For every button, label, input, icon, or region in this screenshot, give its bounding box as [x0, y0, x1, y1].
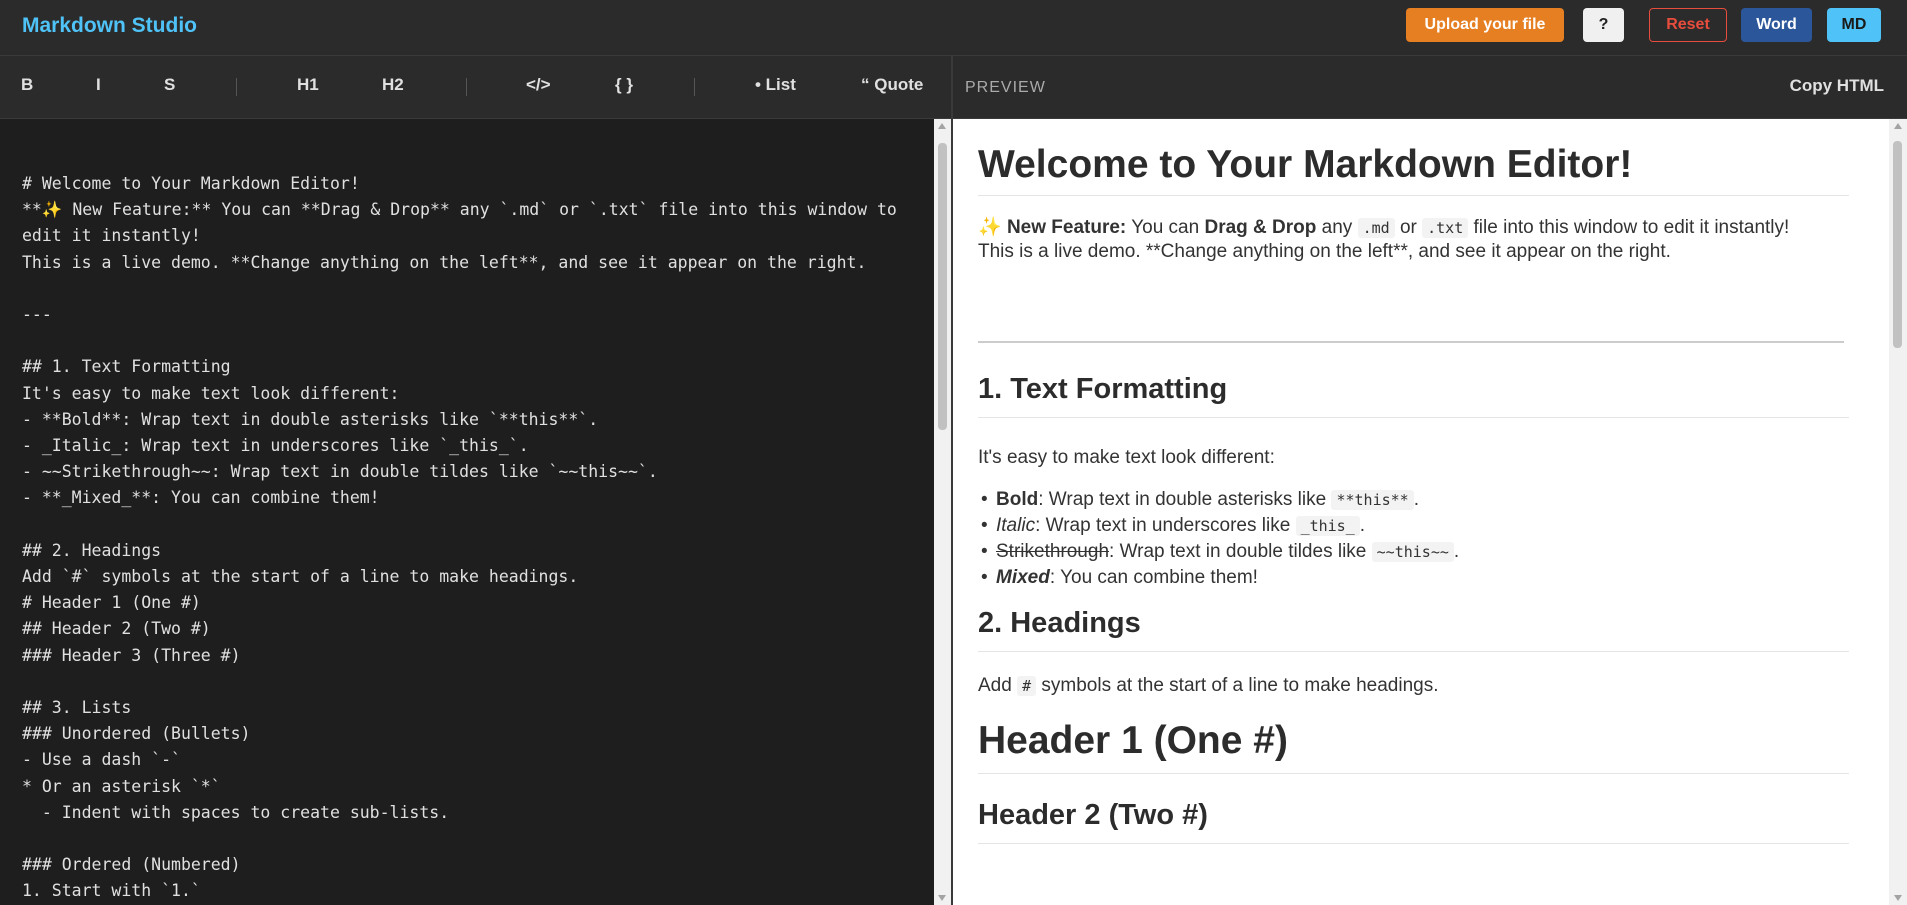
export-word-button[interactable]: Word — [1741, 8, 1812, 42]
feature-text: file into this window to edit it instant… — [1468, 217, 1790, 238]
feature-label: New Feature: — [1006, 217, 1127, 238]
drag-drop-text: Drag & Drop — [1204, 217, 1317, 238]
list-item: Mixed: You can combine them! — [981, 567, 1258, 589]
list-item-text: . — [1413, 489, 1419, 510]
app-title: Markdown Studio — [22, 14, 197, 37]
code-block-button[interactable]: { } — [615, 75, 633, 95]
list-button[interactable]: • List — [755, 75, 796, 95]
bold-button[interactable]: B — [21, 75, 33, 95]
list-item: Italic: Wrap text in underscores like _t… — [981, 515, 1366, 537]
list-item-text: . — [1359, 515, 1366, 536]
list-item-text: : You can combine them! — [1049, 567, 1258, 588]
list-item-text: . — [1453, 541, 1460, 562]
feature-text: or — [1394, 217, 1423, 238]
toolbar-separator — [236, 78, 237, 96]
reset-button[interactable]: Reset — [1649, 8, 1727, 42]
italic-button[interactable]: I — [96, 75, 101, 95]
quote-button[interactable]: “ Quote — [861, 75, 923, 95]
formatting-toolbar: B I S H1 H2 </> { } • List “ Quote — [0, 56, 952, 119]
preview-label: PREVIEW — [965, 79, 1046, 96]
italic-text: Italic — [996, 515, 1036, 536]
bold-text: Bold — [996, 489, 1039, 510]
list-item-text: : Wrap text in underscores like — [1035, 515, 1296, 536]
paragraph: Add # symbols at the start of a line to … — [978, 675, 1849, 697]
heading2-button[interactable]: H2 — [382, 75, 404, 95]
horizontal-rule — [978, 341, 1844, 343]
paragraph-text: Add — [978, 675, 1018, 696]
preview-heading-1: Header 1 (One #) — [978, 719, 1849, 774]
scroll-down-icon[interactable] — [938, 895, 946, 901]
preview-scrollbar[interactable] — [1889, 119, 1907, 905]
preview-pane: Welcome to Your Markdown Editor! ✨ New F… — [953, 119, 1889, 905]
preview-heading-2: Header 2 (Two #) — [978, 799, 1849, 844]
editor-scrollbar[interactable] — [934, 119, 951, 905]
feature-paragraph: ✨ New Feature: You can Drag & Drop any .… — [978, 215, 1849, 239]
editor-scroll-thumb[interactable] — [938, 143, 947, 430]
toolbar-separator — [694, 78, 695, 96]
app-header: Markdown Studio Upload your file ? Reset… — [0, 0, 1907, 56]
scroll-up-icon[interactable] — [1894, 123, 1902, 129]
preview-heading-1: Welcome to Your Markdown Editor! — [978, 143, 1849, 196]
strikethrough-text: Strikethrough — [996, 541, 1110, 562]
export-md-button[interactable]: MD — [1827, 8, 1881, 42]
list-item: Bold: Wrap text in double asterisks like… — [981, 489, 1419, 511]
preview-scroll-thumb[interactable] — [1893, 141, 1902, 348]
inline-code: .txt — [1422, 218, 1469, 238]
strikethrough-button[interactable]: S — [164, 75, 175, 95]
bold-italic-text: Mixed — [996, 567, 1050, 588]
editor-text[interactable]: # Welcome to Your Markdown Editor! **✨ N… — [0, 119, 934, 905]
upload-file-button[interactable]: Upload your file — [1406, 8, 1564, 42]
demo-paragraph: This is a live demo. **Change anything o… — [978, 241, 1671, 262]
inline-code: # — [1017, 676, 1037, 696]
paragraph-text: symbols at the start of a line to make h… — [1036, 675, 1439, 696]
preview-heading-2: 2. Headings — [978, 607, 1849, 652]
sparkles-icon: ✨ — [978, 217, 1002, 238]
feature-text: any — [1316, 217, 1358, 238]
scroll-down-icon[interactable] — [1894, 895, 1902, 901]
scroll-up-icon[interactable] — [938, 123, 946, 129]
copy-html-button[interactable]: Copy HTML — [1790, 76, 1884, 96]
toolbar-separator — [466, 78, 467, 96]
heading1-button[interactable]: H1 — [297, 75, 319, 95]
inline-code-button[interactable]: </> — [526, 75, 551, 95]
list-item-text: : Wrap text in double tildes like — [1109, 541, 1372, 562]
feature-text: You can — [1126, 217, 1205, 238]
paragraph: It's easy to make text look different: — [978, 447, 1275, 468]
markdown-editor[interactable]: # Welcome to Your Markdown Editor! **✨ N… — [0, 119, 934, 905]
list-item-text: : Wrap text in double asterisks like — [1038, 489, 1332, 510]
preview-heading-2: 1. Text Formatting — [978, 373, 1849, 418]
inline-code: ~~this~~ — [1371, 542, 1454, 562]
preview-header: PREVIEW Copy HTML — [953, 56, 1907, 119]
inline-code: **this** — [1331, 490, 1414, 510]
help-button[interactable]: ? — [1583, 8, 1624, 42]
inline-code: _this_ — [1295, 516, 1360, 536]
inline-code: .md — [1357, 218, 1395, 238]
list-item: Strikethrough: Wrap text in double tilde… — [981, 541, 1460, 563]
